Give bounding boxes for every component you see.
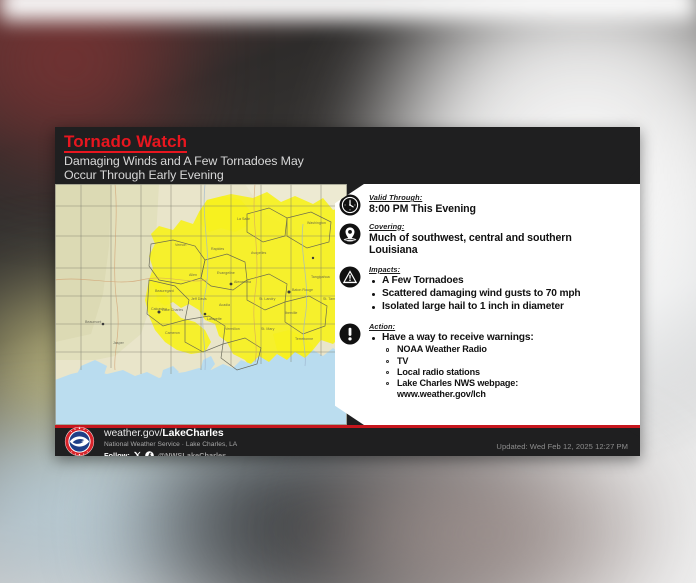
covering-label: Covering:	[369, 221, 405, 231]
svg-text:Beauregard: Beauregard	[155, 289, 174, 293]
action-sublist: NOAA Weather Radio TV Local radio statio…	[382, 344, 632, 400]
action-subitem: Local radio stations	[382, 367, 632, 378]
svg-text:Tangipahoa: Tangipahoa	[311, 275, 330, 279]
section-covering: Covering: Much of southwest, central and…	[339, 221, 632, 257]
alert-header: Tornado Watch Damaging Winds and A Few T…	[55, 127, 640, 187]
action-item: Have a way to receive warnings: NOAA Wea…	[369, 332, 632, 400]
map-pin-icon	[339, 223, 361, 245]
svg-text:Terrebonne: Terrebonne	[295, 337, 313, 341]
svg-text:Calcasieu: Calcasieu	[151, 307, 167, 311]
impacts-list: A Few Tornadoes Scattered damaging wind …	[369, 275, 632, 313]
svg-text:Washington: Washington	[307, 221, 326, 225]
valid-through-value: 8:00 PM This Evening	[369, 203, 476, 215]
svg-text:La Salle: La Salle	[237, 217, 250, 221]
warning-triangle-icon	[339, 266, 361, 288]
svg-text:Vermilion: Vermilion	[225, 327, 240, 331]
svg-text:Baton Rouge: Baton Rouge	[292, 288, 313, 292]
svg-text:Iberville: Iberville	[285, 311, 297, 315]
alert-body: Lake Charles Alexandria Baton Rouge Lafa…	[55, 184, 640, 425]
svg-text:Avoyelles: Avoyelles	[251, 251, 267, 255]
alert-subtitle: Damaging Winds and A Few Tornadoes May O…	[64, 154, 304, 182]
background-top-highlight	[0, 0, 696, 20]
action-subitem-webpage[interactable]: Lake Charles NWS webpage: www.weather.go…	[382, 378, 545, 400]
alert-details-panel: Valid Through: 8:00 PM This Evening Cove…	[335, 184, 640, 425]
svg-text:Cameron: Cameron	[165, 331, 180, 335]
noaa-nws-logo	[64, 426, 95, 456]
impact-item: Scattered damaging wind gusts to 70 mph	[369, 288, 594, 300]
page-title: Tornado Watch	[64, 132, 188, 153]
svg-text:Vernon: Vernon	[175, 243, 186, 247]
svg-text:St. Landry: St. Landry	[259, 297, 276, 301]
alert-footer: weather.gov/LakeCharles National Weather…	[55, 426, 640, 456]
x-twitter-icon[interactable]	[133, 451, 142, 456]
action-list: Have a way to receive warnings: NOAA Wea…	[369, 332, 632, 400]
url-prefix: weather.gov/	[104, 427, 163, 439]
follow-label: Follow:	[104, 451, 130, 456]
svg-text:Jeff Davis: Jeff Davis	[191, 297, 207, 301]
action-subitem: TV	[382, 356, 632, 367]
website-url[interactable]: weather.gov/LakeCharles	[104, 428, 224, 439]
action-label: Action:	[369, 322, 396, 331]
covering-value: Much of southwest, central and southern …	[369, 231, 572, 257]
svg-text:Acadia: Acadia	[219, 303, 230, 307]
svg-text:St. Mary: St. Mary	[261, 327, 275, 331]
section-action: Action: Have a way to receive warnings: …	[339, 322, 632, 400]
watch-area-map[interactable]: Lake Charles Alexandria Baton Rouge Lafa…	[55, 184, 347, 425]
svg-text:Beaumont: Beaumont	[85, 320, 101, 324]
map-svg: Lake Charles Alexandria Baton Rouge Lafa…	[55, 184, 347, 425]
weather-alert-graphic: Tornado Watch Damaging Winds and A Few T…	[55, 127, 640, 456]
facebook-icon[interactable]	[145, 451, 154, 456]
valid-through-label: Valid Through:	[369, 193, 423, 202]
impact-item: A Few Tornadoes	[369, 275, 632, 287]
exclamation-icon	[339, 323, 361, 345]
svg-text:Lafayette: Lafayette	[207, 317, 222, 321]
footer-branding: weather.gov/LakeCharles National Weather…	[104, 424, 237, 456]
impacts-label: Impacts:	[369, 264, 401, 274]
svg-text:Rapides: Rapides	[211, 247, 224, 251]
section-valid-through: Valid Through: 8:00 PM This Evening	[339, 193, 632, 216]
url-office: LakeCharles	[162, 427, 224, 439]
office-name: National Weather Service · Lake Charles,…	[104, 440, 238, 448]
social-row: Follow: @NWSLakeCharles	[104, 451, 237, 456]
updated-timestamp: Updated: Wed Feb 12, 2025 12:27 PM	[496, 442, 628, 451]
svg-text:Allen: Allen	[189, 273, 197, 277]
svg-text:Evangeline: Evangeline	[217, 271, 235, 275]
background-warm-blob	[306, 443, 666, 583]
svg-text:Alexandria: Alexandria	[234, 280, 251, 284]
impact-item: Isolated large hail to 1 inch in diamete…	[369, 301, 632, 313]
svg-text:Jasper: Jasper	[113, 341, 125, 345]
action-subitem: NOAA Weather Radio	[382, 344, 632, 355]
section-impacts: Impacts: A Few Tornadoes Scattered damag…	[339, 264, 632, 313]
social-handle[interactable]: @NWSLakeCharles	[158, 452, 226, 456]
action-item-text: Have a way to receive warnings:	[382, 332, 534, 343]
